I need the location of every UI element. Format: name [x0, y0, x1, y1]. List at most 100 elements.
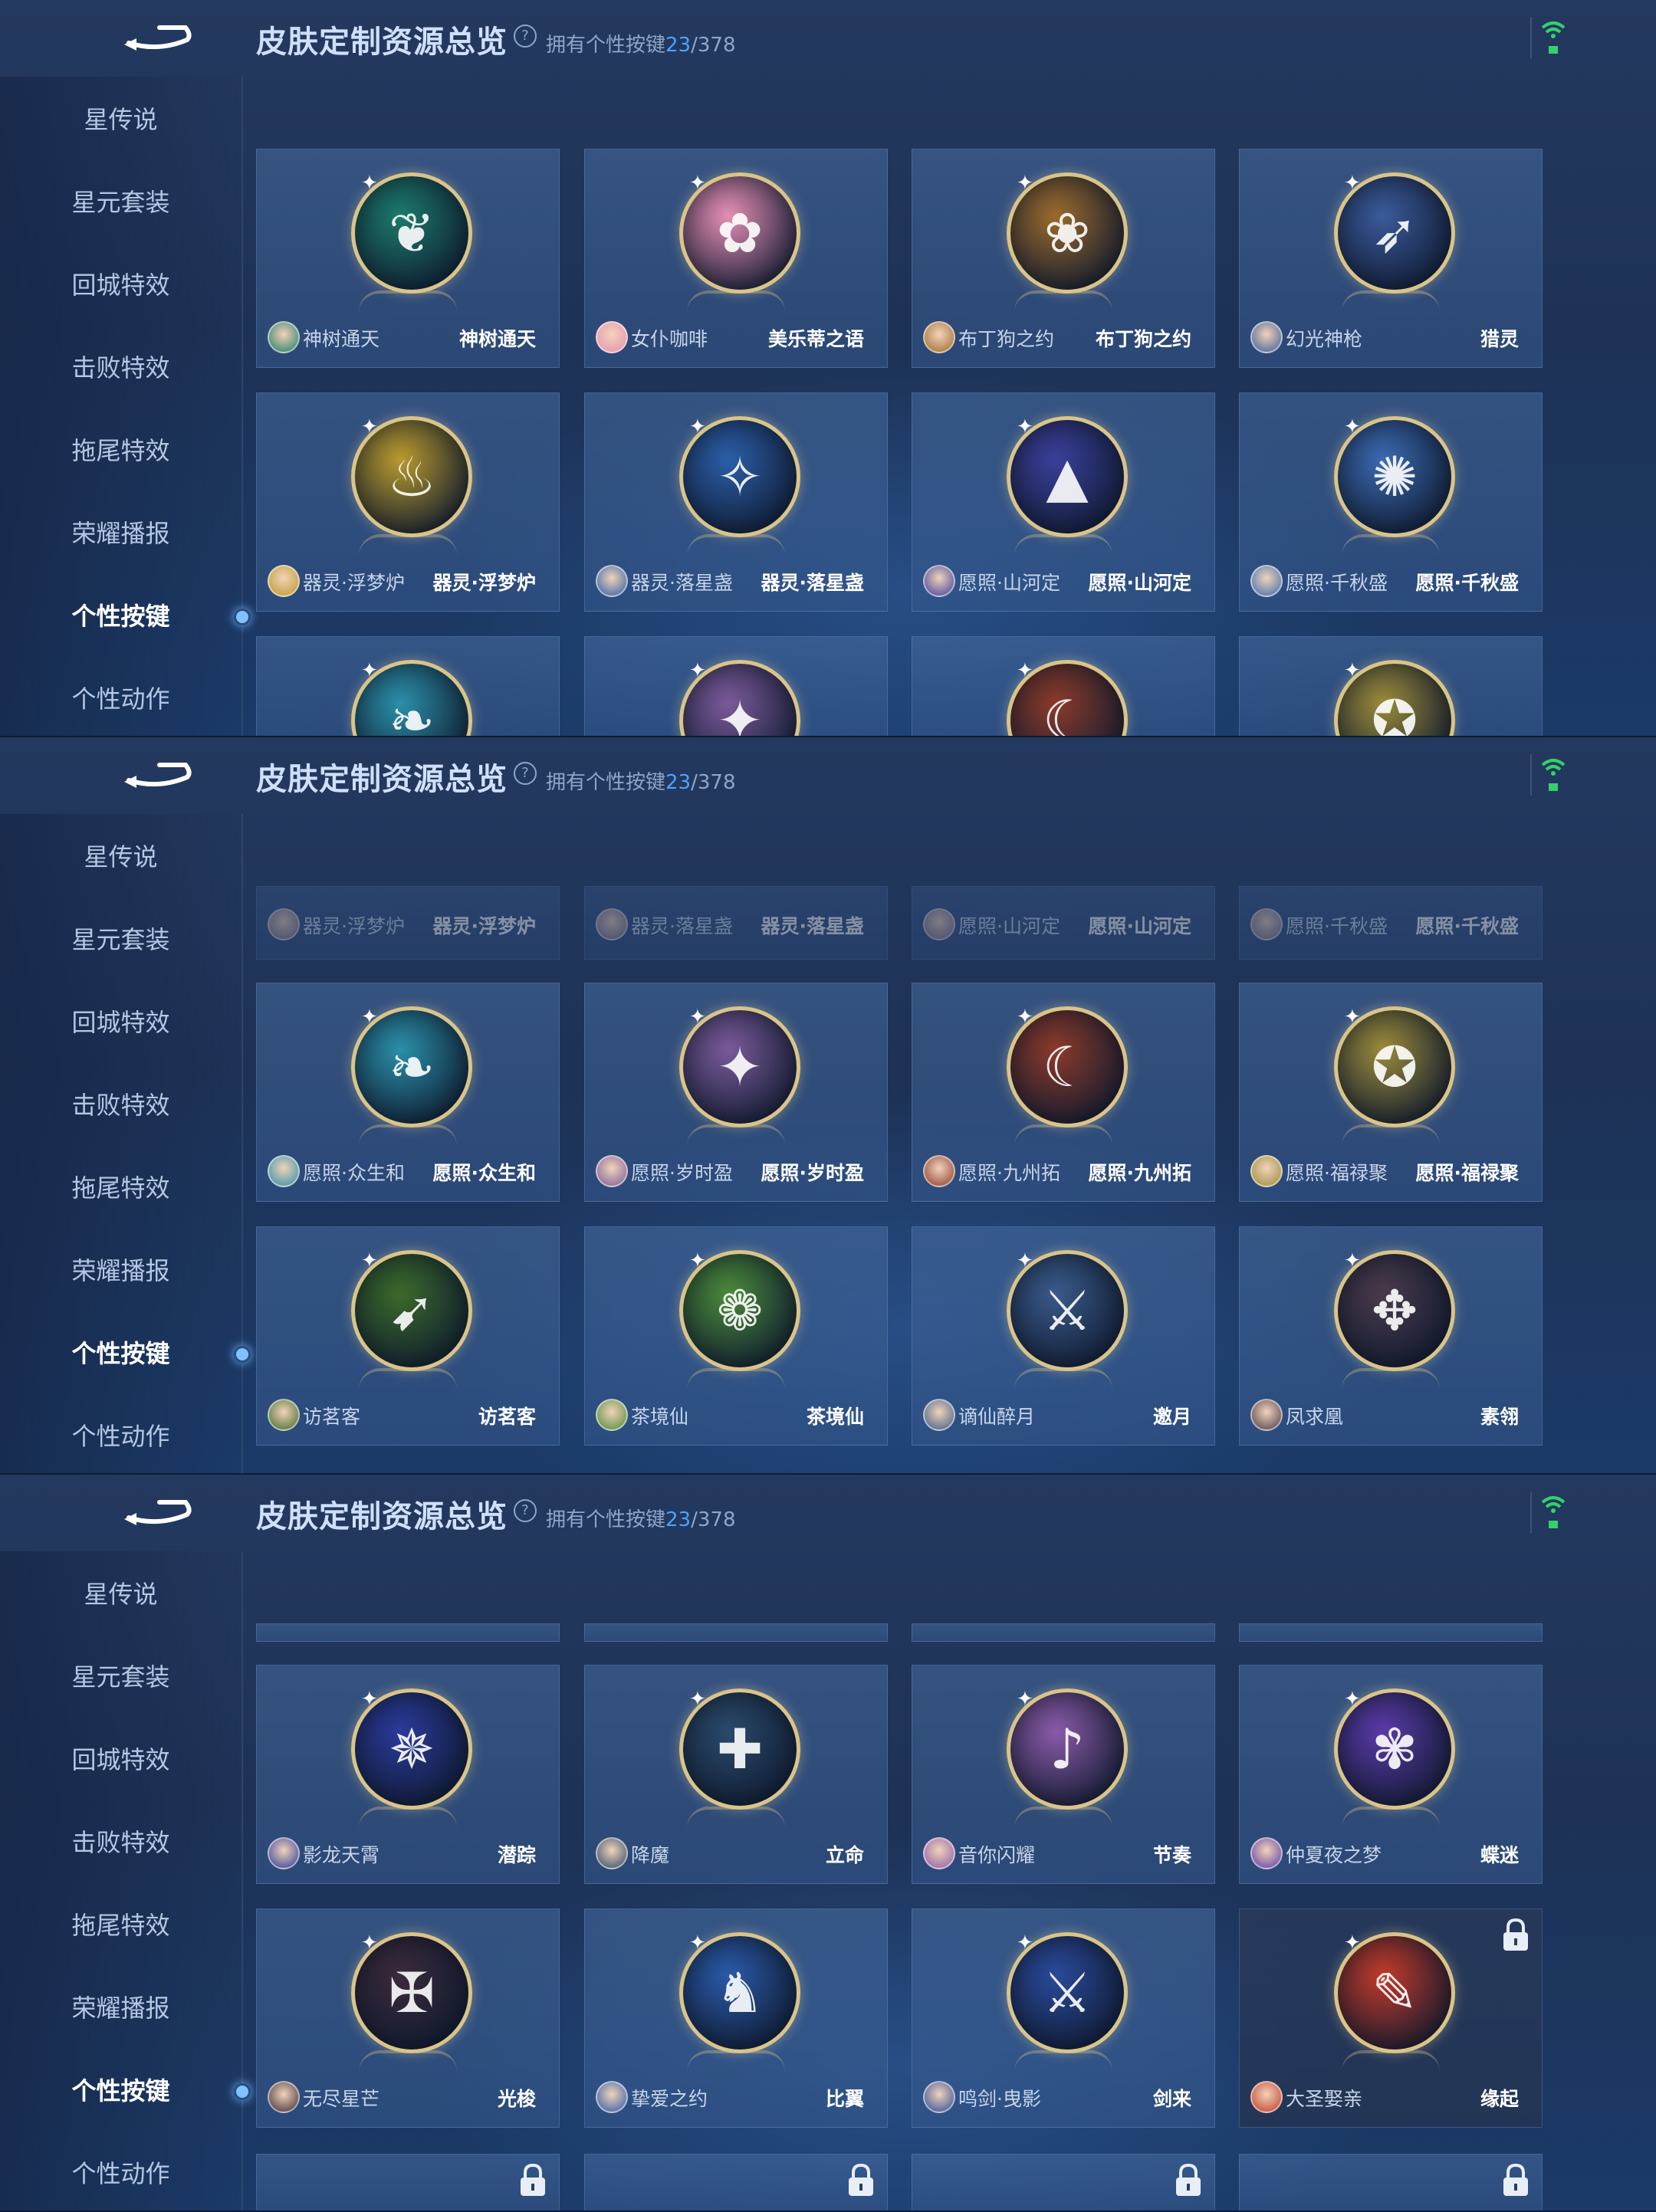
- effect-name: 愿照·岁时盈: [761, 1162, 865, 1184]
- skin-card[interactable]: ✪ ✦ 愿照·福禄聚 愿照·福禄聚: [1239, 983, 1543, 1202]
- skin-card[interactable]: [912, 2154, 1215, 2210]
- sparkle-icon: ✦: [361, 1688, 378, 1711]
- hero-avatar: [596, 2081, 628, 2113]
- help-icon[interactable]: ?: [508, 19, 542, 53]
- sidebar-item-trail-effect[interactable]: 拖尾特效: [0, 428, 242, 474]
- sparkle-icon: ✦: [689, 1006, 706, 1029]
- skin-name: 凤求凰: [1286, 1406, 1344, 1428]
- sidebar-item-recall-effect[interactable]: 回城特效: [0, 999, 242, 1045]
- sidebar-item-glory-broadcast[interactable]: 荣耀播报: [0, 1248, 242, 1294]
- sidebar-item-custom-button[interactable]: 个性按键: [0, 593, 251, 639]
- skin-card[interactable]: ✥ ✦ 凤求凰 素翎: [1239, 1226, 1543, 1446]
- emblem-reflection: [359, 2050, 457, 2072]
- skin-card[interactable]: [256, 2154, 560, 2210]
- sidebar-item-star-legend[interactable]: 星传说: [0, 1571, 242, 1617]
- skin-card[interactable]: ❦ ✦ 神树通天 神树通天: [256, 149, 560, 368]
- sidebar-item-star-suit[interactable]: 星元套装: [0, 917, 242, 963]
- skin-card[interactable]: ☾ ✦ 愿照·九州拓 愿照·九州拓: [912, 983, 1215, 1202]
- skin-name: 幻光神枪: [1286, 328, 1363, 350]
- skin-card[interactable]: ❧ ✦ 愿照·众生和 愿照·众生和: [256, 983, 560, 1202]
- skin-card[interactable]: ✾ ✦ 仲夏夜之梦 蝶迷: [1239, 1665, 1543, 1884]
- sidebar-item-star-legend[interactable]: 星传说: [0, 834, 242, 880]
- help-icon[interactable]: ?: [508, 1494, 542, 1528]
- skin-card[interactable]: ☾ ✦: [912, 636, 1215, 736]
- back-button[interactable]: [121, 754, 195, 791]
- skin-card[interactable]: ✠ ✦ 无尽星芒 光梭: [256, 1908, 560, 2128]
- skin-card[interactable]: [584, 2154, 888, 2210]
- skin-card[interactable]: 愿照·山河定 愿照·山河定: [912, 886, 1215, 960]
- skin-card-stub: [584, 1623, 888, 1642]
- sidebar-item-glory-broadcast[interactable]: 荣耀播报: [0, 510, 242, 556]
- sidebar-item-defeat-effect[interactable]: 击败特效: [0, 1082, 242, 1128]
- skin-card[interactable]: ✿ ✦ 女仆咖啡 美乐蒂之语: [584, 149, 888, 368]
- sparkle-icon: ✦: [689, 1931, 706, 1954]
- sidebar: 星传说 星元套装 回城特效 击败特效 拖尾特效 荣耀播报 个性按键 个性动作: [0, 1551, 251, 2210]
- skin-name: 愿照·山河定: [958, 572, 1060, 594]
- sidebar-item-trail-effect[interactable]: 拖尾特效: [0, 1902, 242, 1948]
- mic-icon: ♪ ✦: [1007, 1688, 1128, 1810]
- skin-card-stub: [256, 1623, 560, 1642]
- effect-name: 邀月: [1152, 1406, 1191, 1428]
- skin-name: 神树通天: [303, 328, 380, 350]
- skin-card[interactable]: ➶ ✦ 幻光神枪 猎灵: [1239, 149, 1543, 368]
- skin-card[interactable]: ♞ ✦ 挚爱之约 比翼: [584, 1908, 888, 2128]
- skin-card[interactable]: ✧ ✦ 器灵·落星盏 器灵·落星盏: [584, 392, 888, 612]
- emblem-reflection: [1342, 2050, 1440, 2072]
- effect-name: 愿照·福禄聚: [1415, 1162, 1520, 1184]
- hero-avatar: [1250, 1399, 1283, 1431]
- sidebar-item-custom-action[interactable]: 个性动作: [0, 1413, 242, 1459]
- sidebar-item-defeat-effect[interactable]: 击败特效: [0, 1820, 242, 1866]
- skin-card[interactable]: ▲ ✦ 愿照·山河定 愿照·山河定: [912, 392, 1215, 612]
- skin-card[interactable]: ♨ ✦ 器灵·浮梦炉 器灵·浮梦炉: [256, 392, 560, 612]
- sidebar-item-custom-action[interactable]: 个性动作: [0, 2151, 242, 2197]
- hero-avatar: [268, 565, 300, 597]
- back-button[interactable]: [121, 17, 195, 54]
- skin-card[interactable]: ❁ ✦ 茶境仙 茶境仙: [584, 1226, 888, 1446]
- skin-card[interactable]: 愿照·千秋盛 愿照·千秋盛: [1239, 886, 1543, 960]
- emblem-reflection: [1342, 1124, 1440, 1146]
- sidebar-item-custom-action[interactable]: 个性动作: [0, 676, 242, 722]
- skin-card[interactable]: ✎ ✦ 大圣娶亲 缘起: [1239, 1908, 1543, 2128]
- flame-icon: ♨ ✦: [351, 415, 472, 537]
- hero-avatar: [1250, 1155, 1283, 1187]
- skin-card[interactable]: [1239, 2154, 1543, 2210]
- effect-name: 愿照·千秋盛: [1415, 915, 1520, 937]
- skin-card[interactable]: ✚ ✦ 降魔 立命: [584, 1665, 888, 1884]
- wifi-icon: [1530, 754, 1569, 796]
- skin-card[interactable]: ✺ ✦ 愿照·千秋盛 愿照·千秋盛: [1239, 392, 1543, 612]
- skin-card[interactable]: 器灵·落星盏 器灵·落星盏: [584, 886, 888, 960]
- hero-avatar: [596, 1399, 628, 1431]
- hero-avatar: [923, 1399, 955, 1431]
- skin-card[interactable]: ✵ ✦ 影龙天霄 潜踪: [256, 1665, 560, 1884]
- sidebar-item-star-suit[interactable]: 星元套装: [0, 179, 242, 225]
- skin-name: 女仆咖啡: [631, 328, 708, 350]
- skin-card[interactable]: ❀ ✦ 布丁狗之约 布丁狗之约: [912, 149, 1215, 368]
- hero-avatar: [1250, 321, 1283, 353]
- sidebar-item-recall-effect[interactable]: 回城特效: [0, 1737, 242, 1783]
- sidebar-item-star-suit[interactable]: 星元套装: [0, 1654, 242, 1700]
- sparkle-icon: ✦: [361, 659, 378, 682]
- back-button[interactable]: [121, 1492, 195, 1528]
- sidebar-item-defeat-effect[interactable]: 击败特效: [0, 345, 242, 391]
- sidebar-item-glory-broadcast[interactable]: 荣耀播报: [0, 1985, 242, 2031]
- owned-count: 拥有个性按键23/378: [546, 771, 736, 794]
- sidebar-item-trail-effect[interactable]: 拖尾特效: [0, 1165, 242, 1211]
- sidebar-item-recall-effect[interactable]: 回城特效: [0, 262, 242, 308]
- sidebar-item-custom-button[interactable]: 个性按键: [0, 2068, 251, 2114]
- skin-card[interactable]: ✦ ✦ 愿照·岁时盈 愿照·岁时盈: [584, 983, 888, 1202]
- emblem-reflection: [1014, 534, 1112, 556]
- sidebar-item-custom-button[interactable]: 个性按键: [0, 1331, 251, 1377]
- skin-card[interactable]: ✦ ✦: [584, 636, 888, 736]
- sidebar-item-star-legend[interactable]: 星传说: [0, 97, 242, 143]
- skin-card[interactable]: ❧ ✦: [256, 636, 560, 736]
- page-title: 皮肤定制资源总览: [256, 762, 508, 797]
- back-arrow-icon: [124, 1500, 192, 1525]
- skin-card[interactable]: ✪ ✦: [1239, 636, 1543, 736]
- effect-name: 茶境仙: [806, 1406, 864, 1428]
- skin-card[interactable]: ➹ ✦ 访茗客 访茗客: [256, 1226, 560, 1446]
- help-icon[interactable]: ?: [508, 756, 542, 790]
- skin-card[interactable]: ⚔ ✦ 鸣剑·曳影 剑来: [912, 1908, 1215, 2128]
- skin-card[interactable]: ♪ ✦ 音你闪耀 节奏: [912, 1665, 1215, 1884]
- skin-card[interactable]: ⚔ ✦ 谪仙醉月 邀月: [912, 1226, 1215, 1446]
- skin-card[interactable]: 器灵·浮梦炉 器灵·浮梦炉: [256, 886, 560, 960]
